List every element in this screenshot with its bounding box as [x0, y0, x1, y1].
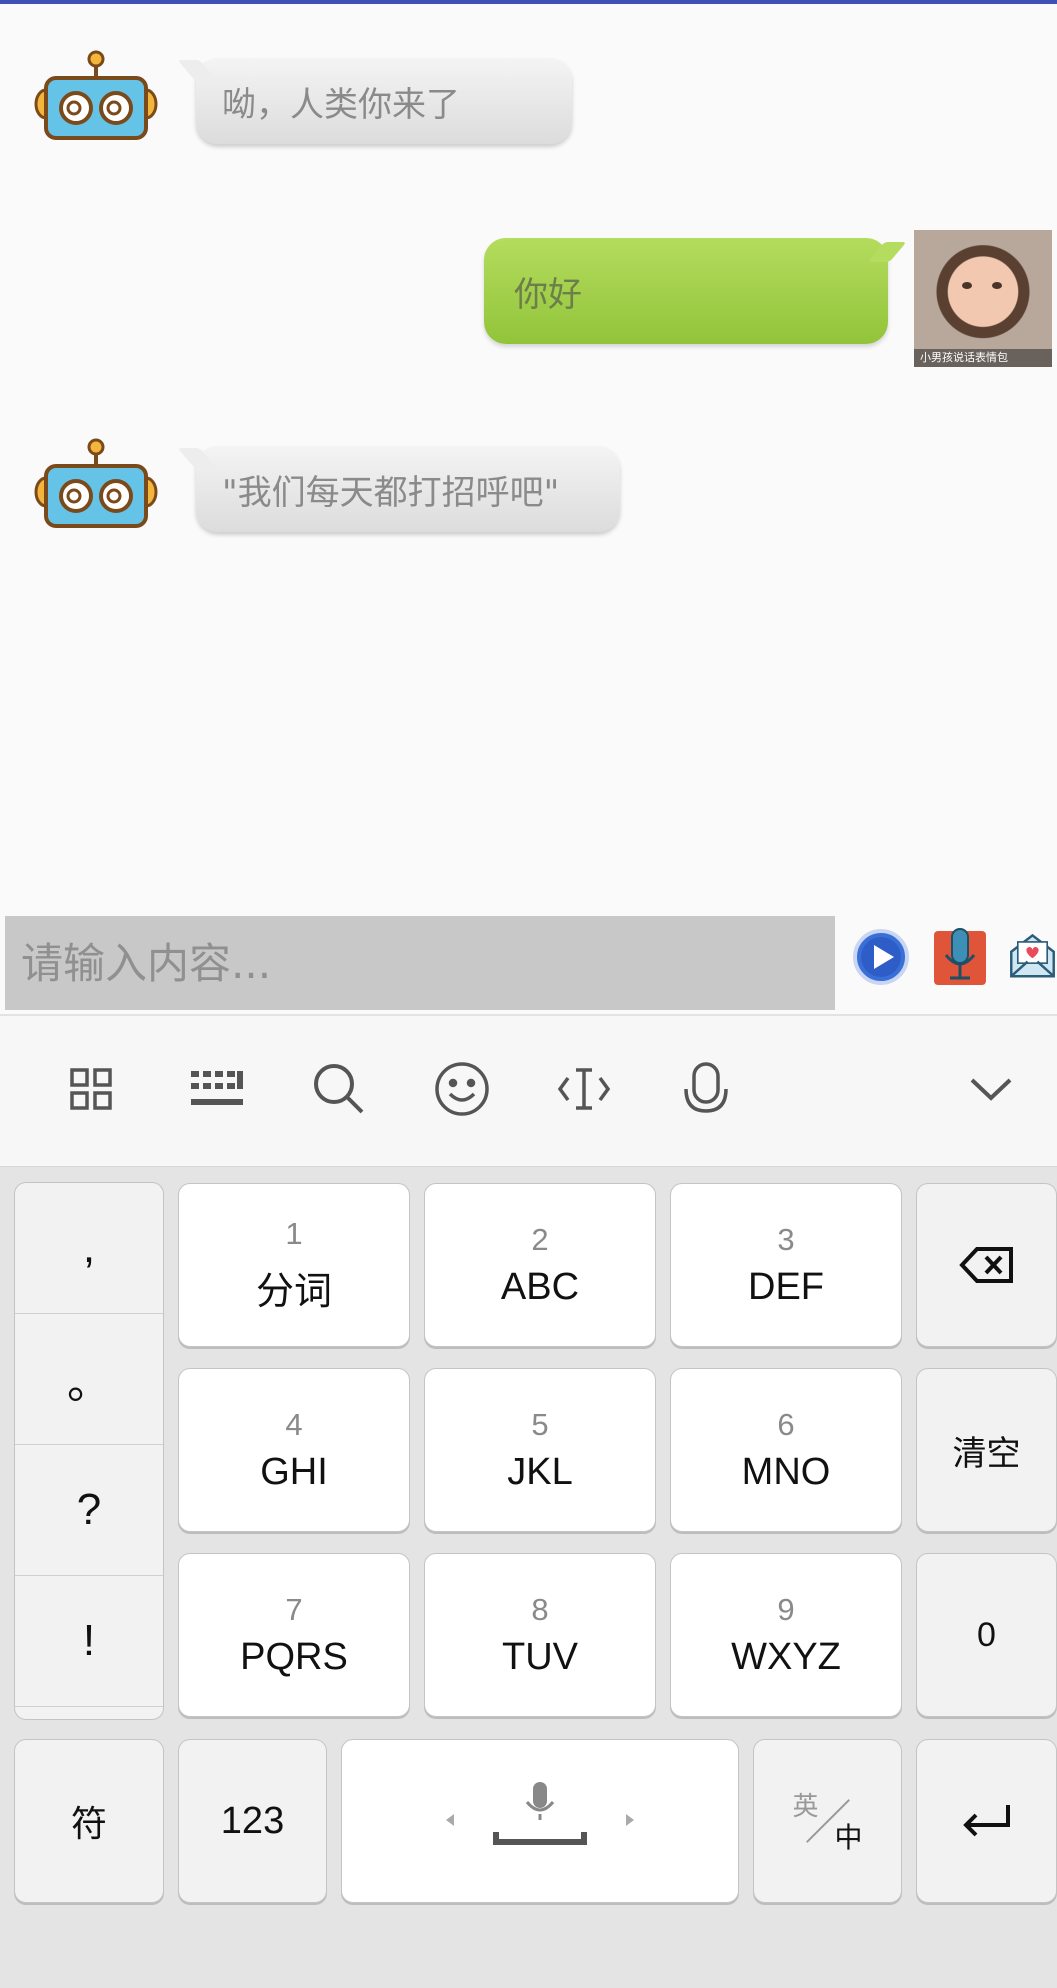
- backspace-icon: [958, 1247, 1013, 1283]
- mic-icon[interactable]: [673, 1056, 739, 1122]
- punct-key-exclaim[interactable]: !: [15, 1576, 163, 1707]
- user-message: 你好: [484, 238, 888, 344]
- key-number: 5: [531, 1406, 549, 1442]
- punctuation-column: , 。 ? !: [14, 1182, 164, 1720]
- clear-button[interactable]: 清空: [916, 1368, 1057, 1532]
- key-label: 0: [977, 1615, 996, 1654]
- robot-message: 呦，人类你来了: [196, 58, 572, 144]
- key-8[interactable]: 8 TUV: [424, 1553, 656, 1717]
- key-label: 123: [220, 1799, 285, 1842]
- space-mic-icon: [446, 1782, 634, 1845]
- user-avatar: 小男孩说话表情包: [914, 230, 1052, 367]
- message-text: 你好: [514, 274, 582, 315]
- play-circle-icon[interactable]: [850, 926, 912, 988]
- search-icon[interactable]: [306, 1056, 372, 1122]
- key-number: 2: [531, 1221, 549, 1257]
- language-switch-button[interactable]: 英 中: [753, 1739, 902, 1903]
- message-text: "我们每天都打招呼吧": [222, 472, 560, 513]
- numeric-keyboard-button[interactable]: 123: [178, 1739, 327, 1903]
- key-letters: DEF: [748, 1265, 824, 1308]
- key-number: 3: [777, 1221, 795, 1257]
- key-number: 4: [285, 1406, 303, 1442]
- key-9[interactable]: 9 WXYZ: [670, 1553, 902, 1717]
- chat-area[interactable]: 呦，人类你来了 你好 小男孩说话表情包 "我们每天都打招呼吧": [0, 4, 1057, 914]
- key-letters: ABC: [500, 1265, 580, 1308]
- symbol-button[interactable]: 符: [14, 1739, 164, 1903]
- key-number: 1: [285, 1215, 303, 1251]
- key-letters: TUV: [502, 1635, 578, 1678]
- robot-message: "我们每天都打招呼吧": [196, 446, 620, 532]
- key-label: ,: [82, 1223, 96, 1272]
- key-number: 8: [531, 1591, 549, 1627]
- key-0[interactable]: 0: [916, 1553, 1057, 1717]
- punct-key-period[interactable]: 。: [15, 1314, 163, 1445]
- backspace-button[interactable]: [916, 1183, 1057, 1347]
- key-letters: MNO: [741, 1450, 831, 1493]
- keyboard-toolbar: [0, 1016, 1057, 1166]
- grid-icon[interactable]: [58, 1056, 124, 1122]
- key-4[interactable]: 4 GHI: [178, 1368, 410, 1532]
- punct-key-comma[interactable]: ,: [15, 1183, 163, 1314]
- t9-keyboard: , 。 ? ! 1 分词 2 ABC 3 DEF 4 GHI 5 JKL 6 M…: [0, 1166, 1057, 1988]
- lang-en-label: 英: [792, 1792, 819, 1822]
- emoji-icon[interactable]: [429, 1056, 495, 1122]
- key-number: 9: [777, 1591, 795, 1627]
- cursor-icon[interactable]: [551, 1056, 617, 1122]
- key-letters: PQRS: [240, 1635, 348, 1678]
- avatar-caption: 小男孩说话表情包: [914, 349, 1052, 367]
- key-letters: WXYZ: [731, 1635, 841, 1678]
- key-2[interactable]: 2 ABC: [424, 1183, 656, 1347]
- key-1[interactable]: 1 分词: [178, 1183, 410, 1347]
- keyboard-icon[interactable]: [184, 1056, 250, 1122]
- message-text: 呦，人类你来了: [222, 84, 460, 125]
- key-3[interactable]: 3 DEF: [670, 1183, 902, 1347]
- key-label: ?: [76, 1485, 102, 1534]
- key-label: 清空: [952, 1433, 1021, 1474]
- input-bar: [0, 914, 1057, 1014]
- punct-key-question[interactable]: ?: [15, 1445, 163, 1576]
- key-letters: GHI: [260, 1450, 328, 1493]
- key-number: 7: [285, 1591, 303, 1627]
- key-number: 6: [777, 1406, 795, 1442]
- key-label: 。: [67, 1358, 111, 1409]
- enter-button[interactable]: [916, 1739, 1057, 1903]
- microphone-icon[interactable]: [930, 922, 990, 990]
- chevron-down-icon[interactable]: [958, 1056, 1024, 1122]
- lang-zh-label: 中: [834, 1821, 863, 1854]
- space-button[interactable]: [341, 1739, 739, 1903]
- enter-icon: [962, 1805, 1010, 1837]
- key-5[interactable]: 5 JKL: [424, 1368, 656, 1532]
- mail-heart-icon[interactable]: [1008, 920, 1057, 990]
- key-label: !: [82, 1616, 96, 1665]
- key-letters: JKL: [507, 1450, 573, 1493]
- key-label: 符: [70, 1804, 107, 1845]
- robot-avatar: [30, 48, 162, 148]
- robot-avatar: [30, 436, 162, 536]
- message-input[interactable]: [5, 916, 835, 1010]
- key-6[interactable]: 6 MNO: [670, 1368, 902, 1532]
- key-letters: 分词: [255, 1270, 332, 1313]
- key-7[interactable]: 7 PQRS: [178, 1553, 410, 1717]
